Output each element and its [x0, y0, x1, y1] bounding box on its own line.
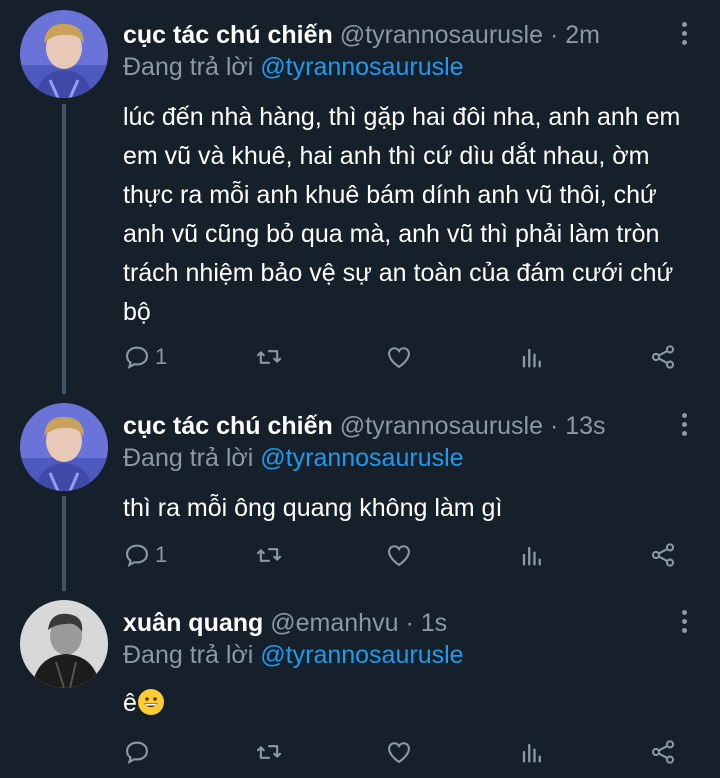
- reply-count: 1: [155, 542, 168, 567]
- reply-icon: [126, 741, 148, 764]
- like-icon: [388, 742, 410, 764]
- like-button[interactable]: [385, 342, 413, 372]
- timestamp[interactable]: 1s: [421, 609, 447, 637]
- reply-button[interactable]: 1: [123, 342, 167, 372]
- timestamp[interactable]: 2m: [565, 21, 600, 49]
- tweet-text: lúc đến nhà hàng, thì gặp hai đôi nha, a…: [123, 103, 681, 326]
- person-avatar-monochrome-icon: [20, 600, 108, 688]
- tweet[interactable]: cục tác chú chiến @tyrannosaurusle · 2m …: [0, 10, 720, 378]
- analytics-icon: [522, 348, 541, 368]
- avatar[interactable]: [20, 600, 108, 688]
- person-avatar-blue-icon: [20, 10, 108, 98]
- tweet-header: cục tác chú chiến @tyrannosaurusle · 2m: [123, 18, 600, 52]
- retweet-icon: [256, 350, 282, 364]
- like-icon: [388, 545, 410, 567]
- like-button[interactable]: [385, 540, 413, 570]
- more-icon[interactable]: [676, 610, 692, 636]
- like-button[interactable]: [385, 737, 413, 767]
- tweet[interactable]: xuân quang @emanhvu · 1s Đang trả lời @t…: [0, 600, 720, 776]
- analytics-button[interactable]: [517, 540, 545, 570]
- display-name[interactable]: cục tác chú chiến: [123, 21, 333, 49]
- display-name[interactable]: xuân quang: [123, 609, 263, 637]
- retweet-button[interactable]: [255, 342, 283, 372]
- analytics-icon: [522, 743, 541, 763]
- avatar[interactable]: [20, 10, 108, 98]
- reply-icon: [126, 544, 148, 567]
- share-button[interactable]: [649, 342, 677, 372]
- mention-link[interactable]: @tyrannosaurusle: [260, 53, 463, 81]
- tweet-actions: [123, 737, 683, 767]
- replying-to-label: Đang trả lời: [123, 53, 254, 81]
- tweet-actions: 1: [123, 540, 683, 570]
- mention-link[interactable]: @tyrannosaurusle: [260, 444, 463, 472]
- tweet-actions: 1: [123, 342, 683, 372]
- username[interactable]: @tyrannosaurusle: [340, 412, 543, 440]
- reply-button[interactable]: 1: [123, 540, 167, 570]
- analytics-button[interactable]: [517, 737, 545, 767]
- tweet-text: ê: [123, 684, 703, 723]
- tweet-header: cục tác chú chiến @tyrannosaurusle · 13s: [123, 409, 606, 443]
- replying-to-label: Đang trả lời: [123, 444, 254, 472]
- mention-link[interactable]: @tyrannosaurusle: [260, 641, 463, 669]
- retweet-button[interactable]: [255, 540, 283, 570]
- grinning-face-emoji-icon: [137, 689, 164, 715]
- share-icon: [651, 345, 675, 369]
- analytics-button[interactable]: [517, 342, 545, 372]
- retweet-icon: [256, 548, 282, 562]
- tweet-text-content: ê: [123, 689, 137, 717]
- avatar[interactable]: [20, 403, 108, 491]
- timestamp[interactable]: 13s: [565, 412, 605, 440]
- tweet-header: xuân quang @emanhvu · 1s: [123, 606, 447, 640]
- share-button[interactable]: [649, 737, 677, 767]
- share-button[interactable]: [649, 540, 677, 570]
- replying-to: Đang trả lời @tyrannosaurusle: [123, 50, 464, 84]
- retweet-button[interactable]: [255, 737, 283, 767]
- more-icon[interactable]: [676, 413, 692, 439]
- tweet-text: thì ra mỗi ông quang không làm gì: [123, 494, 503, 522]
- username[interactable]: @emanhvu: [270, 609, 398, 637]
- username[interactable]: @tyrannosaurusle: [340, 21, 543, 49]
- reply-icon: [126, 346, 148, 369]
- tweet[interactable]: cục tác chú chiến @tyrannosaurusle · 13s…: [0, 403, 720, 579]
- display-name[interactable]: cục tác chú chiến: [123, 412, 333, 440]
- separator-dot: ·: [405, 609, 414, 637]
- replying-to-label: Đang trả lời: [123, 641, 254, 669]
- share-icon: [651, 543, 675, 567]
- replying-to: Đang trả lời @tyrannosaurusle: [123, 638, 464, 672]
- share-icon: [651, 740, 675, 764]
- replying-to: Đang trả lời @tyrannosaurusle: [123, 441, 464, 475]
- person-avatar-blue-icon: [20, 403, 108, 491]
- more-icon[interactable]: [676, 22, 692, 48]
- separator-dot: ·: [549, 21, 559, 49]
- analytics-icon: [522, 546, 541, 566]
- reply-count: 1: [155, 344, 168, 369]
- like-icon: [388, 347, 410, 369]
- retweet-icon: [256, 745, 282, 759]
- reply-button[interactable]: [123, 737, 155, 767]
- separator-dot: ·: [549, 412, 559, 440]
